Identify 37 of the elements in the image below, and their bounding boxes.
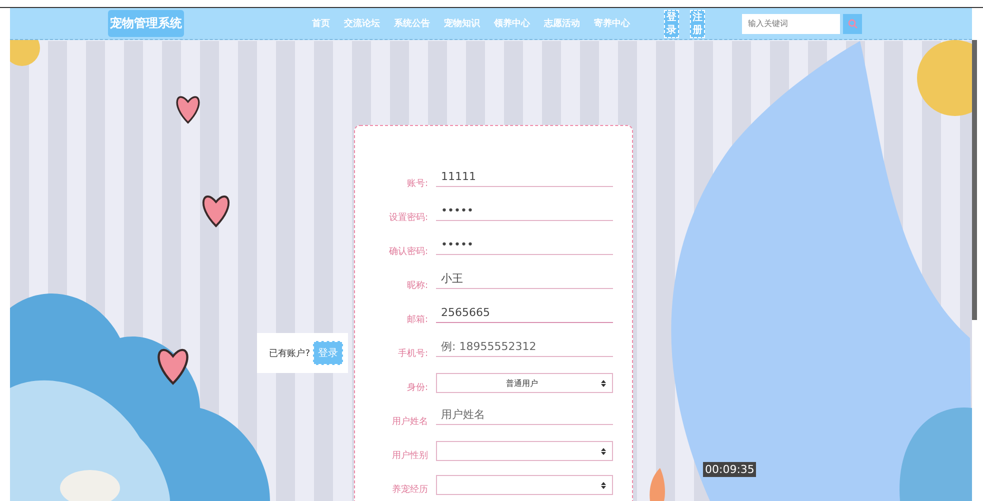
heart-icon [202,196,230,227]
nav-link[interactable]: 志愿活动 [544,17,580,30]
updown-arrow-icon [601,380,606,386]
scrollbar-thumb[interactable] [972,40,977,320]
field-label: 昵称: [406,280,428,293]
heart-icon [158,348,188,384]
field-label: 账号: [406,178,428,191]
search-field[interactable]: 输入关键词 [742,14,840,34]
nav-link[interactable]: 系统公告 [394,17,430,30]
select-field[interactable]: 普通用户 [436,373,613,393]
nav-link[interactable]: 领养中心 [494,17,530,30]
nav-link[interactable]: 寄养中心 [594,17,630,30]
select-field[interactable] [436,441,613,461]
heart-icon [176,96,200,124]
field-label: 邮箱: [406,314,428,327]
hint-text: 已有账户? [269,348,310,360]
field-label: 手机号: [396,348,428,361]
login-button[interactable]: 登录 [664,10,679,38]
field-label: 养宠经历 [391,484,428,497]
field-label: 身份: [406,382,428,395]
search-button[interactable] [843,14,862,34]
field-label: 确认密码: [388,246,428,259]
field-label: 设置密码: [388,212,428,225]
recording-timer: 00:09:35 [703,462,756,477]
nav-link[interactable]: 宠物知识 [444,17,480,30]
site-logo[interactable]: 宠物管理系统 [108,10,184,37]
search-icon [848,18,858,28]
register-button[interactable]: 注册 [690,10,705,38]
field-label: 用户姓名 [391,416,428,429]
login-button[interactable]: 登录 [313,341,343,365]
updown-arrow-icon [601,448,606,454]
nav-link[interactable]: 首页 [312,17,330,30]
select-field[interactable] [436,475,613,495]
field-label: 用户性别 [391,450,428,463]
nav-link[interactable]: 交流论坛 [344,17,380,30]
flame-drawing [650,468,665,501]
updown-arrow-icon [601,482,606,488]
